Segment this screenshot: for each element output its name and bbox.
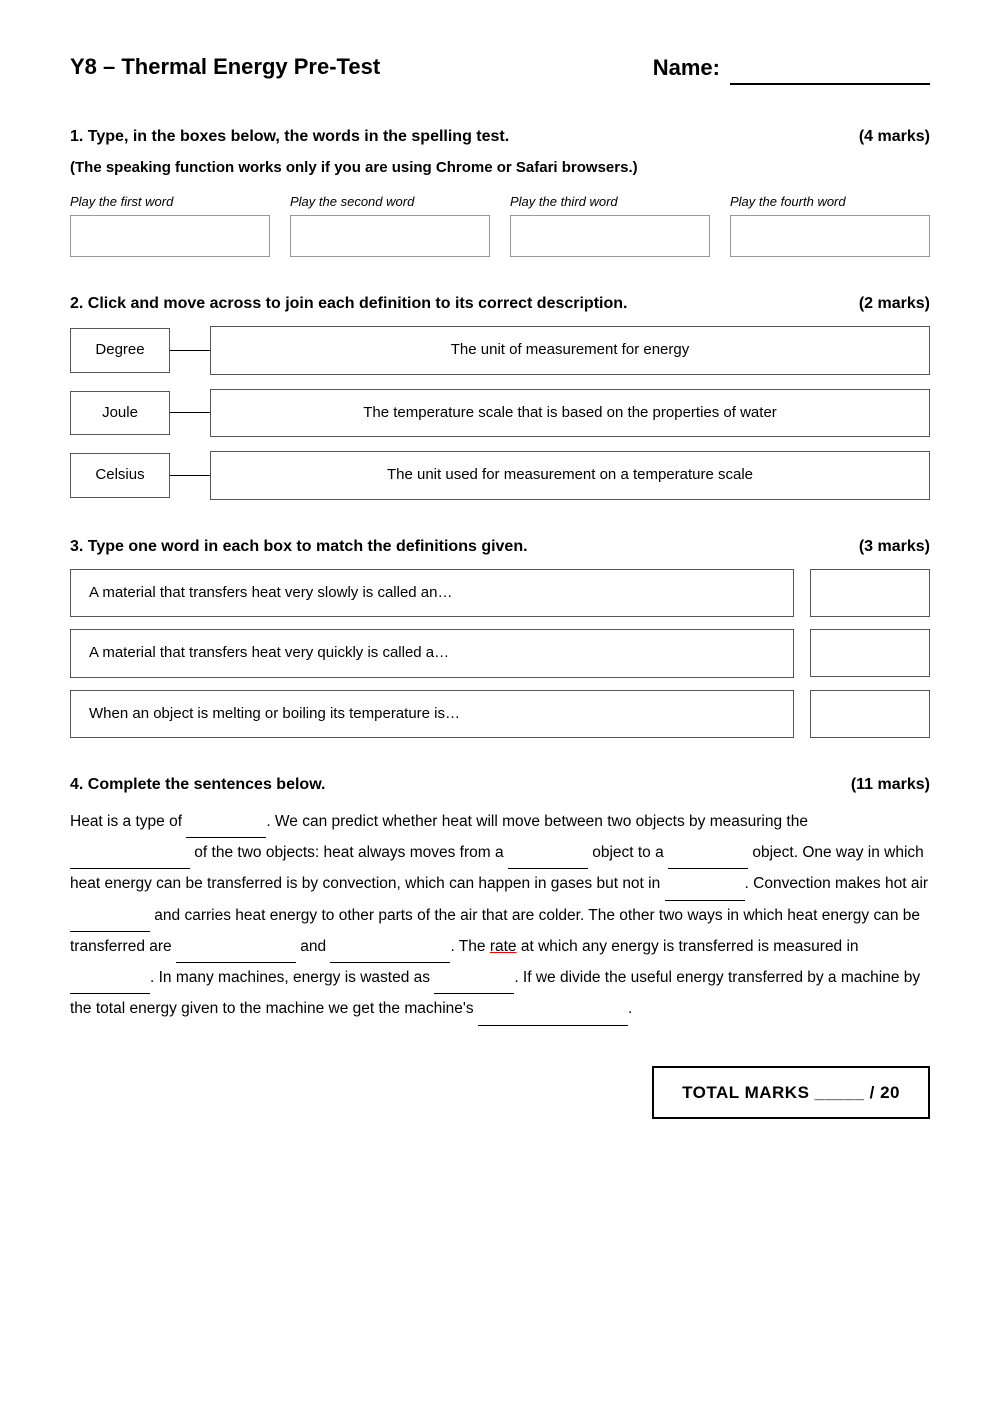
spelling-word-4: Play the fourth word (730, 192, 930, 258)
fill-answer-3[interactable] (810, 690, 930, 738)
fill-row-3: When an object is melting or boiling its… (70, 690, 930, 739)
spelling-label-1: Play the first word (70, 192, 173, 212)
fill-answer-2[interactable] (810, 629, 930, 677)
question-2: 2. Click and move across to join each de… (70, 292, 930, 500)
q4-instruction-text: Complete the sentences below. (88, 776, 326, 793)
page-title: Y8 – Thermal Energy Pre-Test (70, 50, 380, 83)
name-field: Name: (653, 50, 930, 85)
q4-instruction: 4. Complete the sentences below. (70, 773, 325, 797)
fill-rows: A material that transfers heat very slow… (70, 569, 930, 739)
q2-instruction-text: Click and move across to join each defin… (88, 295, 628, 312)
matching-container: Degree The unit of measurement for energ… (70, 326, 930, 500)
spelling-boxes: Play the first word Play the second word… (70, 192, 930, 258)
blank-4 (668, 838, 748, 869)
spelling-word-3: Play the third word (510, 192, 710, 258)
blank-8 (330, 932, 450, 963)
q1-number: 1. (70, 128, 83, 145)
sentence-text: Heat is a type of . We can predict wheth… (70, 813, 928, 1017)
match-definition-3: The unit used for measurement on a tempe… (210, 451, 930, 500)
question-4: 4. Complete the sentences below. (11 mar… (70, 773, 930, 1026)
fill-answer-1[interactable] (810, 569, 930, 617)
matching-row-1: Degree The unit of measurement for energ… (70, 326, 930, 375)
match-term-2[interactable]: Joule (70, 391, 170, 436)
spelling-input-1[interactable] (70, 215, 270, 257)
spelling-word-1: Play the first word (70, 192, 270, 258)
q3-instruction: 3. Type one word in each box to match th… (70, 535, 528, 559)
question-1: 1. Type, in the boxes below, the words i… (70, 125, 930, 257)
q4-title: 4. Complete the sentences below. (11 mar… (70, 773, 930, 797)
spelling-word-2: Play the second word (290, 192, 490, 258)
spelling-label-3: Play the third word (510, 192, 618, 212)
q1-marks: (4 marks) (859, 125, 930, 149)
match-connector-2 (170, 412, 210, 413)
blank-3 (508, 838, 588, 869)
matching-row-3: Celsius The unit used for measurement on… (70, 451, 930, 500)
spelling-input-3[interactable] (510, 215, 710, 257)
q1-instruction: 1. Type, in the boxes below, the words i… (70, 125, 509, 149)
spelling-input-2[interactable] (290, 215, 490, 257)
blank-10 (434, 963, 514, 994)
match-connector-3 (170, 475, 210, 476)
blank-1 (186, 807, 266, 838)
q3-title: 3. Type one word in each box to match th… (70, 535, 930, 559)
spelling-label-2: Play the second word (290, 192, 414, 212)
fill-prompt-1: A material that transfers heat very slow… (70, 569, 794, 618)
q1-title: 1. Type, in the boxes below, the words i… (70, 125, 930, 149)
q1-instruction-text: Type, in the boxes below, the words in t… (88, 128, 509, 145)
match-connector-1 (170, 350, 210, 351)
q2-number: 2. (70, 295, 83, 312)
question-3: 3. Type one word in each box to match th… (70, 535, 930, 739)
blank-7 (176, 932, 296, 963)
fill-row-2: A material that transfers heat very quic… (70, 629, 930, 678)
q3-instruction-text: Type one word in each box to match the d… (88, 538, 528, 555)
spelling-input-4[interactable] (730, 215, 930, 257)
match-term-1[interactable]: Degree (70, 328, 170, 373)
rate-word: rate (490, 938, 517, 955)
total-marks-box: TOTAL MARKS _____ / 20 (652, 1066, 930, 1120)
q4-marks: (11 marks) (851, 773, 930, 797)
matching-row-2: Joule The temperature scale that is base… (70, 389, 930, 438)
name-underline-line (730, 50, 930, 85)
spelling-label-4: Play the fourth word (730, 192, 846, 212)
q3-number: 3. (70, 538, 83, 555)
q4-number: 4. (70, 776, 83, 793)
q2-title: 2. Click and move across to join each de… (70, 292, 930, 316)
fill-row-1: A material that transfers heat very slow… (70, 569, 930, 618)
q2-marks: (2 marks) (859, 292, 930, 316)
blank-6 (70, 901, 150, 932)
match-definition-2: The temperature scale that is based on t… (210, 389, 930, 438)
q3-marks: (3 marks) (859, 535, 930, 559)
q1-subtitle: (The speaking function works only if you… (70, 157, 930, 180)
blank-2 (70, 838, 190, 869)
name-label: Name: (653, 51, 720, 84)
page-header: Y8 – Thermal Energy Pre-Test Name: (70, 50, 930, 85)
blank-11 (478, 994, 628, 1025)
blank-5 (665, 869, 745, 900)
match-definition-1: The unit of measurement for energy (210, 326, 930, 375)
total-marks-container: TOTAL MARKS _____ / 20 (70, 1066, 930, 1120)
sentence-block: Heat is a type of . We can predict wheth… (70, 807, 930, 1026)
q2-instruction: 2. Click and move across to join each de… (70, 292, 627, 316)
match-term-3[interactable]: Celsius (70, 453, 170, 498)
blank-9 (70, 963, 150, 994)
fill-prompt-2: A material that transfers heat very quic… (70, 629, 794, 678)
fill-prompt-3: When an object is melting or boiling its… (70, 690, 794, 739)
